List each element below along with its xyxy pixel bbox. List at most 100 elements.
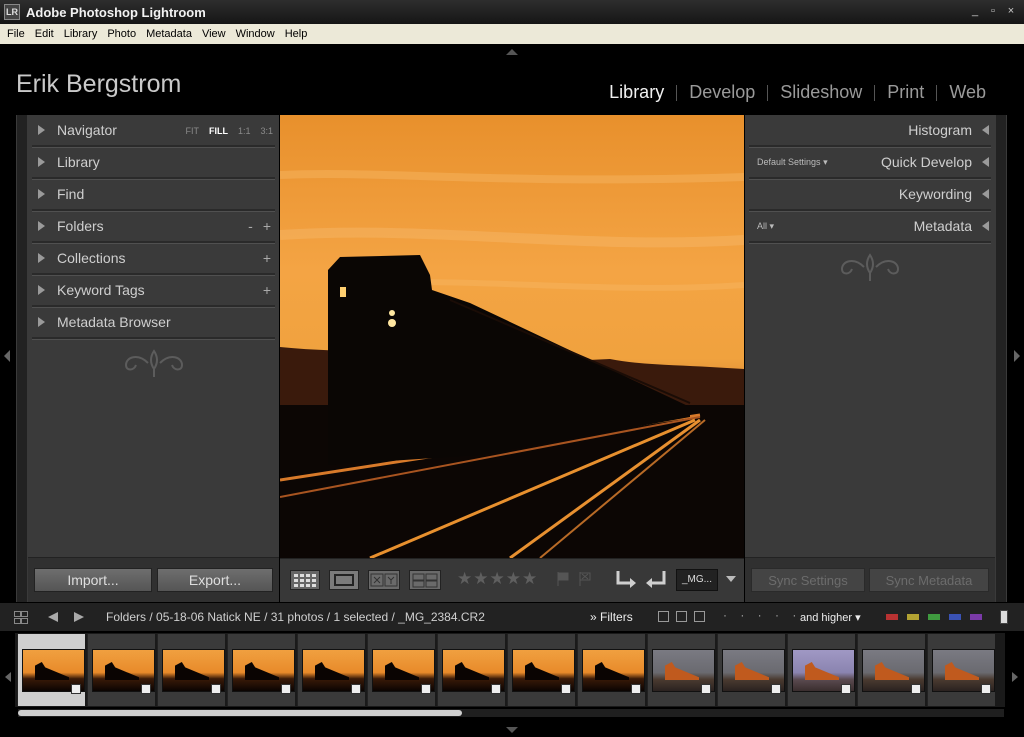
add-folder-button[interactable]: + <box>263 218 271 234</box>
forward-arrow-icon[interactable] <box>74 612 84 622</box>
lightroom-app-icon[interactable]: LR <box>4 4 20 20</box>
filmstrip-thumbnail[interactable] <box>577 634 645 706</box>
purple-label-filter[interactable] <box>970 614 982 620</box>
rating-filter-dots[interactable]: · · · · · <box>723 608 801 622</box>
pick-flag-icon[interactable] <box>556 571 570 587</box>
thumbnail-train-shape <box>455 662 489 680</box>
quick-develop-preset-select[interactable]: Default Settings ▾ <box>757 157 828 168</box>
filters-toggle[interactable]: » Filters <box>590 610 633 624</box>
back-arrow-icon[interactable] <box>48 612 58 622</box>
panel-find[interactable]: Find <box>32 179 275 211</box>
left-panel-toggle-icon[interactable] <box>4 350 10 362</box>
reject-flag-icon[interactable] <box>578 571 592 587</box>
import-button[interactable]: Import... <box>34 568 152 592</box>
panel-quick-develop[interactable]: Default Settings ▾ Quick Develop <box>749 147 991 179</box>
sync-settings-button[interactable]: Sync Settings <box>751 568 865 592</box>
filmstrip-thumbnail[interactable] <box>157 634 225 706</box>
zoom-fill[interactable]: FILL <box>209 126 228 136</box>
grid-view-button[interactable] <box>290 570 320 590</box>
loupe-view-button[interactable] <box>329 570 359 590</box>
panel-folders[interactable]: Folders - + <box>32 211 275 243</box>
right-panel-toggle-icon[interactable] <box>1014 350 1020 362</box>
remove-folder-button[interactable]: - <box>248 218 253 234</box>
filmstrip-left-toggle-icon[interactable] <box>5 672 11 682</box>
filmstrip-thumbnail[interactable] <box>507 634 575 706</box>
metadata-preset-select[interactable]: All ▾ <box>757 221 774 232</box>
zoom-fit[interactable]: FIT <box>185 126 199 136</box>
minimize-icon[interactable]: _ <box>968 4 982 18</box>
panel-label: Quick Develop <box>880 154 972 170</box>
panel-metadata-browser[interactable]: Metadata Browser <box>32 307 275 339</box>
top-panel-toggle-icon[interactable] <box>506 49 518 55</box>
rotate-right-icon[interactable] <box>644 569 668 591</box>
panel-library[interactable]: Library <box>32 147 275 179</box>
filmstrip-thumbnail[interactable] <box>227 634 295 706</box>
toolbar-content-dropdown-icon[interactable] <box>726 576 736 582</box>
loupe-view[interactable] <box>280 115 744 558</box>
menu-file[interactable]: File <box>2 28 30 40</box>
filmstrip-thumbnail[interactable] <box>717 634 785 706</box>
filmstrip-thumbnail[interactable] <box>437 634 505 706</box>
red-label-filter[interactable] <box>886 614 898 620</box>
filmstrip-thumbnail[interactable] <box>87 634 155 706</box>
panel-navigator[interactable]: Navigator FIT FILL 1:1 3:1 <box>32 115 275 147</box>
menu-help[interactable]: Help <box>280 28 313 40</box>
menu-metadata[interactable]: Metadata <box>141 28 197 40</box>
panel-collections[interactable]: Collections + <box>32 243 275 275</box>
module-slideshow[interactable]: Slideshow <box>780 82 862 103</box>
filmstrip[interactable] <box>15 633 1005 707</box>
filmstrip-right-toggle-icon[interactable] <box>1012 672 1018 682</box>
filmstrip-thumbnail[interactable] <box>647 634 715 706</box>
filmstrip-thumbnail[interactable] <box>927 634 995 706</box>
secondary-window-icon[interactable] <box>14 611 28 624</box>
rating-stars[interactable]: ★★★★★ <box>457 569 538 589</box>
menu-library[interactable]: Library <box>59 28 103 40</box>
filmstrip-thumbnail[interactable] <box>17 634 85 706</box>
survey-view-button[interactable] <box>409 570 441 590</box>
blue-label-filter[interactable] <box>949 614 961 620</box>
module-print[interactable]: Print <box>887 82 924 103</box>
left-panel-scrollbar[interactable] <box>16 115 28 602</box>
menu-photo[interactable]: Photo <box>102 28 141 40</box>
filmstrip-thumbnail[interactable] <box>297 634 365 706</box>
zoom-3-1[interactable]: 3:1 <box>260 126 273 136</box>
zoom-1-1[interactable]: 1:1 <box>238 126 251 136</box>
right-panel-scrollbar[interactable] <box>995 115 1007 602</box>
panel-histogram[interactable]: Histogram <box>749 115 991 147</box>
filmstrip-scrollbar[interactable] <box>18 709 1004 717</box>
add-collection-button[interactable]: + <box>263 250 271 266</box>
bottom-panel-toggle-icon[interactable] <box>506 727 518 733</box>
menu-edit[interactable]: Edit <box>30 28 59 40</box>
compare-view-button[interactable] <box>368 570 400 590</box>
restore-icon[interactable]: ▫ <box>986 4 1000 18</box>
thumbnail-train-shape <box>735 662 769 680</box>
add-keyword-button[interactable]: + <box>263 282 271 298</box>
module-library[interactable]: Library <box>609 82 664 103</box>
module-develop[interactable]: Develop <box>689 82 755 103</box>
panel-keyword-tags[interactable]: Keyword Tags + <box>32 275 275 307</box>
green-label-filter[interactable] <box>928 614 940 620</box>
menu-window[interactable]: Window <box>231 28 280 40</box>
module-web[interactable]: Web <box>949 82 986 103</box>
rotate-left-icon[interactable] <box>614 569 638 591</box>
filmstrip-thumbnail[interactable] <box>857 634 925 706</box>
filter-switch-icon[interactable] <box>1000 610 1008 624</box>
panel-keywording[interactable]: Keywording <box>749 179 991 211</box>
rejected-filter-icon[interactable] <box>694 611 705 622</box>
export-button[interactable]: Export... <box>157 568 273 592</box>
source-breadcrumb[interactable]: Folders / 05-18-06 Natick NE / 31 photos… <box>106 610 485 624</box>
yellow-label-filter[interactable] <box>907 614 919 620</box>
module-divider <box>676 84 678 101</box>
sync-metadata-button[interactable]: Sync Metadata <box>869 568 989 592</box>
filmstrip-scroll-thumb[interactable] <box>18 710 462 716</box>
close-icon[interactable]: × <box>1004 4 1018 18</box>
filmstrip-thumbnail[interactable] <box>367 634 435 706</box>
filename-field[interactable]: _MG... <box>676 569 718 591</box>
menu-view[interactable]: View <box>197 28 231 40</box>
rating-filter-select[interactable]: and higher ▾ <box>800 611 861 624</box>
panel-metadata[interactable]: All ▾ Metadata <box>749 211 991 243</box>
flagged-filter-icon[interactable] <box>658 611 669 622</box>
filmstrip-thumbnail[interactable] <box>787 634 855 706</box>
unflagged-filter-icon[interactable] <box>676 611 687 622</box>
module-divider <box>874 84 876 101</box>
